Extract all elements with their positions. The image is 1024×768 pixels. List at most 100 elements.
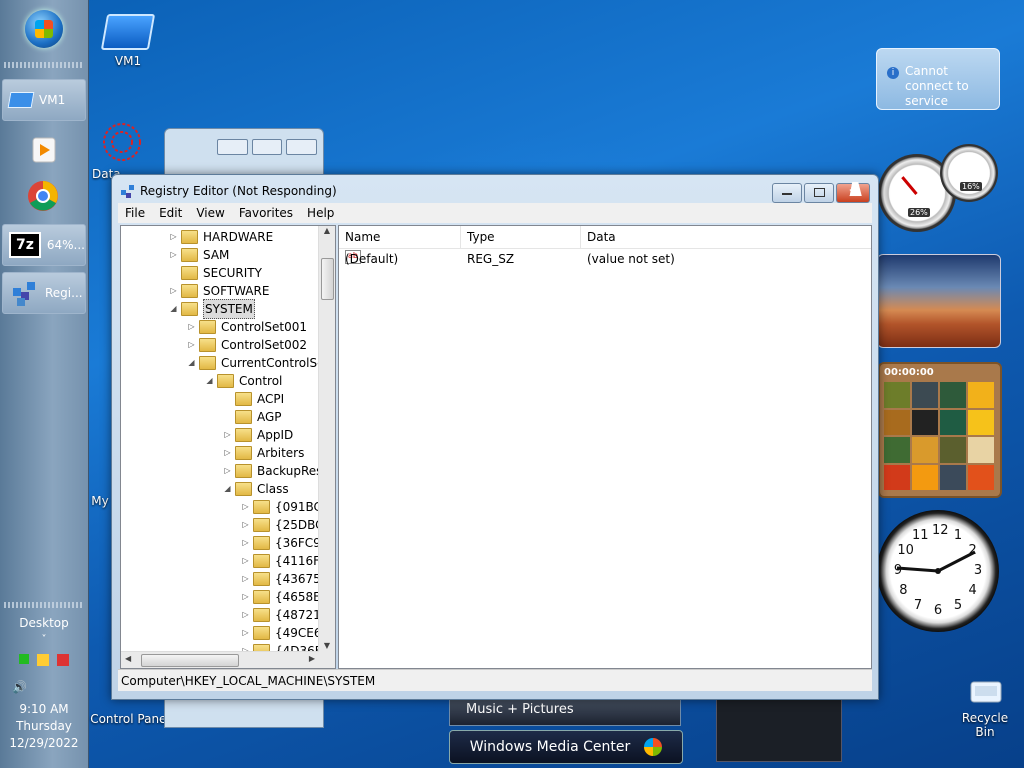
puzzle-grid[interactable] bbox=[884, 382, 994, 490]
expand-arrow-icon[interactable]: ▷ bbox=[223, 426, 232, 444]
tree-node[interactable]: ▷ Arbiters bbox=[223, 444, 304, 462]
tree-node[interactable]: ▷ {25DBC bbox=[241, 516, 324, 534]
expand-arrow-icon[interactable]: ▷ bbox=[223, 444, 232, 462]
menu-file[interactable]: File bbox=[118, 206, 152, 220]
column-data[interactable]: Data bbox=[581, 226, 871, 248]
scroll-up-icon[interactable]: ▲ bbox=[319, 226, 335, 235]
registry-values-pane[interactable]: Name Type Data ab (Default) REG_SZ (value… bbox=[338, 225, 872, 669]
tree-node[interactable]: ▷ {36FC9I bbox=[241, 534, 324, 552]
taskbar-grip[interactable] bbox=[4, 62, 84, 68]
tree-node[interactable]: ◢ Control bbox=[205, 372, 282, 390]
expand-arrow-icon[interactable]: ◢ bbox=[205, 372, 214, 390]
menu-view[interactable]: View bbox=[189, 206, 231, 220]
clock-day[interactable]: Thursday bbox=[0, 719, 88, 733]
taskbar-button-regedit[interactable]: Regi... bbox=[2, 272, 86, 314]
chevron-down-icon[interactable]: ˅ bbox=[0, 634, 88, 645]
tree-node[interactable]: ▷ {43675D bbox=[241, 570, 330, 588]
tree-vertical-scrollbar[interactable]: ▲ ▼ bbox=[318, 226, 335, 668]
folder-icon bbox=[235, 482, 252, 496]
expand-arrow-icon[interactable]: ▷ bbox=[187, 336, 196, 354]
registry-tree-pane[interactable]: ▷ HARDWARE ▷ SAM SECURITY ▷ SOFTWARE ◢ SYSTEM ▷ Co… bbox=[120, 225, 336, 669]
expand-arrow-icon[interactable]: ▷ bbox=[241, 570, 250, 588]
tree-node[interactable]: ◢ SYSTEM bbox=[169, 299, 255, 319]
column-name[interactable]: Name bbox=[339, 226, 461, 248]
expand-arrow-icon[interactable]: ▷ bbox=[223, 462, 232, 480]
tree-node[interactable]: ACPI bbox=[223, 390, 284, 408]
picture-puzzle-gadget[interactable]: 00:00:00 bbox=[878, 362, 1002, 498]
tree-node[interactable]: ▷ SAM bbox=[169, 246, 229, 264]
clock-time[interactable]: 9:10 AM bbox=[0, 702, 88, 716]
minimize-button[interactable] bbox=[772, 183, 802, 203]
expand-arrow-icon[interactable]: ▷ bbox=[241, 588, 250, 606]
error-icon[interactable] bbox=[57, 654, 69, 666]
expand-arrow-icon[interactable]: ▷ bbox=[169, 282, 178, 300]
expand-arrow-icon[interactable]: ▷ bbox=[241, 516, 250, 534]
taskbar-button-7zip[interactable]: 7z 64%... bbox=[2, 224, 86, 266]
expand-arrow-icon[interactable]: ▷ bbox=[241, 552, 250, 570]
tree-node[interactable]: ▷ AppID bbox=[223, 426, 293, 444]
tree-scroll-thumb[interactable] bbox=[321, 258, 334, 300]
volume-icon[interactable]: 🔊 bbox=[0, 680, 88, 694]
expand-arrow-icon[interactable]: ▷ bbox=[241, 606, 250, 624]
tree-node[interactable]: ▷ ControlSet002 bbox=[187, 336, 307, 354]
value-row[interactable]: ab (Default) REG_SZ (value not set) bbox=[339, 250, 871, 268]
taskbar-button-vm1[interactable]: VM1 bbox=[2, 79, 86, 121]
expand-arrow-icon[interactable]: ▷ bbox=[241, 534, 250, 552]
media-player-icon[interactable] bbox=[27, 134, 59, 166]
tree-node-label: SOFTWARE bbox=[203, 284, 270, 298]
column-type[interactable]: Type bbox=[461, 226, 581, 248]
tree-node[interactable]: ▷ HARDWARE bbox=[169, 228, 273, 246]
tree-node[interactable]: ▷ {49CE6/ bbox=[241, 624, 326, 642]
expand-arrow-icon[interactable]: ▷ bbox=[169, 246, 178, 264]
tree-node[interactable]: ▷ {4658EE bbox=[241, 588, 328, 606]
tree-node-label: {25DBC bbox=[275, 518, 324, 532]
desktop-icon-data[interactable]: Data bbox=[92, 120, 152, 181]
menu-help[interactable]: Help bbox=[300, 206, 341, 220]
tree-node[interactable]: ▷ ControlSet001 bbox=[187, 318, 307, 336]
tree-node[interactable]: ▷ SOFTWARE bbox=[169, 282, 269, 300]
expand-arrow-icon[interactable]: ▷ bbox=[241, 498, 250, 516]
tree-node[interactable]: ◢ CurrentControlSet bbox=[187, 354, 329, 372]
expand-arrow-icon[interactable]: ◢ bbox=[187, 354, 196, 372]
scroll-right-icon[interactable]: ▶ bbox=[309, 654, 315, 663]
tree-node[interactable]: ▷ {4116F6 bbox=[241, 552, 328, 570]
menu-edit[interactable]: Edit bbox=[152, 206, 189, 220]
windows-media-center-tile[interactable]: Windows Media Center bbox=[449, 730, 683, 764]
expand-arrow-icon[interactable]: ▷ bbox=[169, 228, 178, 246]
tree-node[interactable]: SECURITY bbox=[169, 264, 262, 282]
expand-arrow-icon[interactable]: ▷ bbox=[187, 318, 196, 336]
action-center-icon[interactable] bbox=[37, 654, 49, 666]
expand-arrow-icon[interactable]: ◢ bbox=[223, 480, 232, 498]
desktop-icon-control-panel[interactable]: Control Panel bbox=[90, 712, 170, 726]
desktop-icon-my[interactable]: My bbox=[90, 494, 110, 508]
desktop-icon-vm1[interactable]: VM1 bbox=[98, 14, 158, 68]
tree-node[interactable]: AGP bbox=[223, 408, 282, 426]
clock-number: 7 bbox=[913, 597, 923, 613]
network-icon[interactable] bbox=[19, 654, 29, 664]
background-thumbnail[interactable] bbox=[716, 694, 842, 762]
clock-gadget[interactable]: 12 1 2 3 4 5 6 7 8 9 10 11 bbox=[877, 510, 999, 632]
memory-meter-gadget[interactable]: 16% bbox=[940, 144, 998, 202]
tree-node[interactable]: ◢ Class bbox=[223, 480, 289, 498]
taskbar-grip-bottom[interactable] bbox=[4, 602, 84, 608]
tree-node[interactable]: ▷ BackupRes bbox=[223, 462, 322, 480]
folder-icon bbox=[235, 446, 252, 460]
tree-horizontal-scrollbar[interactable]: ◀ ▶ bbox=[121, 651, 319, 668]
expand-arrow-icon[interactable]: ◢ bbox=[169, 300, 178, 318]
start-button[interactable] bbox=[25, 10, 63, 48]
expand-arrow-icon[interactable]: ▷ bbox=[241, 624, 250, 642]
tree-hscroll-thumb[interactable] bbox=[141, 654, 239, 667]
slideshow-gadget[interactable] bbox=[877, 254, 1001, 348]
scroll-left-icon[interactable]: ◀ bbox=[125, 654, 131, 663]
scroll-down-icon[interactable]: ▼ bbox=[319, 641, 335, 650]
maximize-button[interactable] bbox=[804, 183, 834, 203]
tree-node[interactable]: ▷ {091BC9 bbox=[241, 498, 330, 516]
chrome-icon[interactable] bbox=[27, 180, 59, 212]
show-desktop-label[interactable]: Desktop bbox=[0, 616, 88, 630]
tree-node[interactable]: ▷ {48721E bbox=[241, 606, 328, 624]
desktop-icon-recycle-bin[interactable]: Recycle Bin bbox=[952, 676, 1018, 739]
menu-favorites[interactable]: Favorites bbox=[232, 206, 300, 220]
tree-node-label: SECURITY bbox=[203, 266, 262, 280]
clock-date[interactable]: 12/29/2022 bbox=[0, 736, 88, 750]
notification-gadget[interactable]: i Cannot connect to service bbox=[876, 48, 1000, 110]
